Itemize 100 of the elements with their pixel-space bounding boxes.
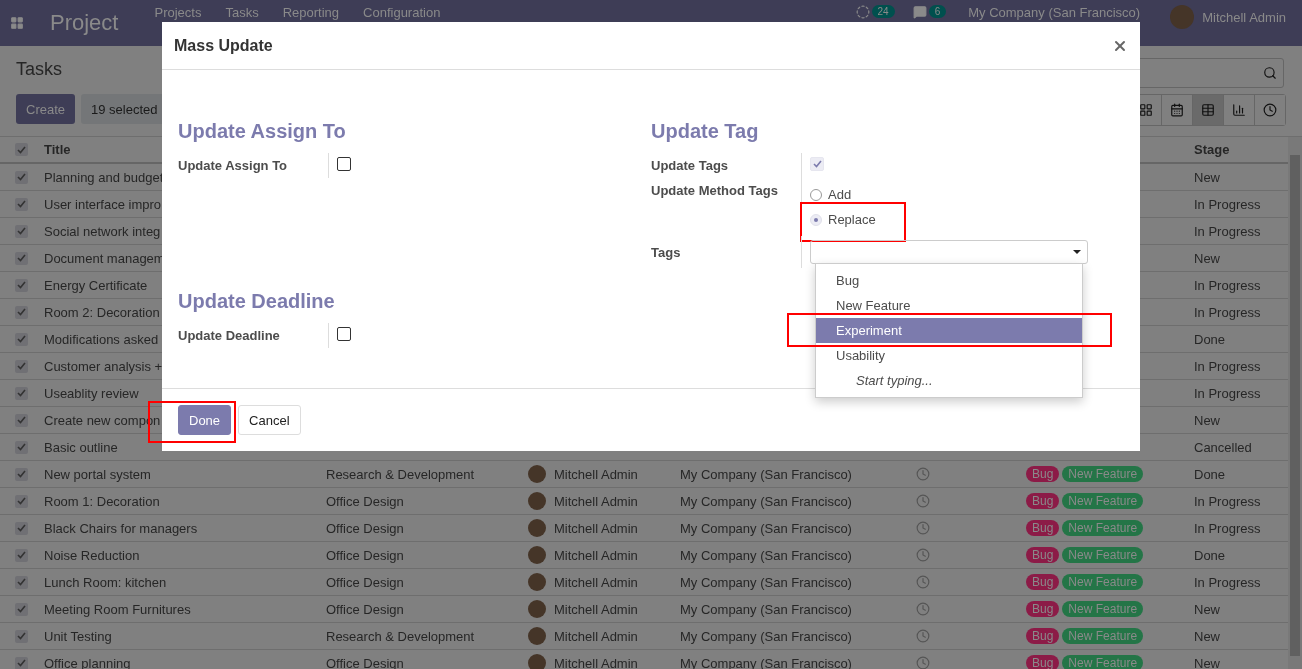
tag: Bug <box>1026 547 1060 563</box>
row-checkbox[interactable] <box>15 629 28 643</box>
tag: New Feature <box>1062 628 1144 644</box>
dropdown-option[interactable]: New Feature <box>816 293 1082 318</box>
checkbox[interactable] <box>337 157 351 171</box>
radio-label: Replace <box>828 212 876 227</box>
tag: Bug <box>1026 601 1060 617</box>
section-title: Update Tag <box>651 120 760 143</box>
row-checkbox[interactable] <box>15 386 28 400</box>
calendar-icon <box>1170 103 1184 117</box>
assignee-name: Mitchell Admin <box>554 601 638 617</box>
table-cell: Black Chairs for managers <box>44 520 198 536</box>
row-checkbox[interactable] <box>15 278 28 292</box>
menu-item[interactable]: Configuration <box>363 5 441 20</box>
table-cell: My Company (San Francisco) <box>680 574 852 590</box>
row-checkbox[interactable] <box>15 521 28 535</box>
row-checkbox[interactable] <box>15 575 28 589</box>
row-checkbox[interactable] <box>15 656 28 669</box>
clock-icon[interactable] <box>916 602 930 616</box>
menu-item[interactable]: Tasks <box>225 5 259 20</box>
table-cell: Energy Certificate <box>44 277 148 293</box>
menu-item[interactable]: Projects <box>154 5 202 20</box>
tag: New Feature <box>1062 520 1144 536</box>
row-checkbox[interactable] <box>15 494 28 508</box>
table-cell: New <box>1194 628 1220 644</box>
row-checkbox[interactable] <box>15 305 28 319</box>
tag: New Feature <box>1062 493 1144 509</box>
assignee-name: Mitchell Admin <box>554 547 638 563</box>
column-header[interactable]: Title <box>44 142 71 157</box>
clock-icon[interactable] <box>916 548 930 562</box>
table-cell: My Company (San Francisco) <box>680 547 852 563</box>
table-cell: User interface impro <box>44 196 162 212</box>
activity-icon[interactable] <box>855 5 870 19</box>
row-checkbox[interactable] <box>15 602 28 616</box>
table-cell: New <box>1194 250 1220 266</box>
table-cell: Modifications asked <box>44 331 159 347</box>
cancel-button[interactable]: Cancel <box>238 405 301 435</box>
assignee-name: Mitchell Admin <box>554 574 638 590</box>
row-checkbox[interactable] <box>15 197 28 211</box>
create-button[interactable]: Create <box>16 94 76 124</box>
clock-icon[interactable] <box>916 494 930 508</box>
scrollbar[interactable] <box>1288 137 1302 669</box>
clock-icon[interactable] <box>916 656 930 669</box>
user-name[interactable]: Mitchell Admin <box>1202 10 1286 25</box>
tag: New Feature <box>1062 466 1144 482</box>
view-switch-button[interactable] <box>1254 95 1285 125</box>
table-cell: My Company (San Francisco) <box>680 520 852 536</box>
row-checkbox[interactable] <box>15 467 28 481</box>
tag: Bug <box>1026 574 1060 590</box>
dropdown-option[interactable]: Bug <box>816 268 1082 293</box>
table-cell: In Progress <box>1194 520 1261 536</box>
table-cell: In Progress <box>1194 493 1261 509</box>
clock-icon[interactable] <box>916 467 930 481</box>
row-checkbox[interactable] <box>15 251 28 265</box>
row-checkbox[interactable] <box>15 332 28 346</box>
clock-icon[interactable] <box>916 575 930 589</box>
company-switcher[interactable]: My Company (San Francisco) <box>968 5 1141 20</box>
table-cell: Planning and budget <box>44 169 164 185</box>
table-cell: Meeting Room Furnitures <box>44 601 191 617</box>
row-checkbox[interactable] <box>15 413 28 427</box>
table-cell: New <box>1194 655 1220 669</box>
table-cell: Noise Reduction <box>44 547 140 563</box>
checkbox[interactable] <box>337 327 351 341</box>
column-header[interactable]: Stage <box>1194 142 1230 157</box>
search-icon[interactable] <box>1263 66 1277 80</box>
clock-icon[interactable] <box>916 629 930 643</box>
user-avatar <box>528 573 546 591</box>
row-checkbox[interactable] <box>15 170 28 184</box>
table-cell: Research & Development <box>326 466 475 482</box>
row-checkbox[interactable] <box>15 224 28 238</box>
table-cell: Office Design <box>326 493 404 509</box>
view-switch-button[interactable] <box>1192 95 1223 125</box>
table-cell: Useablity review <box>44 385 139 401</box>
row-checkbox[interactable] <box>15 440 28 454</box>
search-hint[interactable]: Start typing... <box>816 368 1082 393</box>
table-cell: My Company (San Francisco) <box>680 628 852 644</box>
menu-item[interactable]: Reporting <box>282 5 340 20</box>
radio-label: Add <box>828 187 852 202</box>
table-cell: Office Design <box>326 574 404 590</box>
table-cell: New <box>1194 601 1220 617</box>
table-cell: In Progress <box>1194 277 1261 293</box>
table-cell: Room 1: Decoration <box>44 493 160 509</box>
breadcrumb: Tasks <box>16 58 63 81</box>
tag: Bug <box>1026 520 1060 536</box>
row-checkbox[interactable] <box>15 359 28 373</box>
done-button[interactable]: Done <box>178 405 232 435</box>
table-cell: Basic outline <box>44 439 118 455</box>
row-checkbox[interactable] <box>15 548 28 562</box>
caret-icon <box>1073 250 1081 254</box>
apps-menu-icon[interactable] <box>10 16 24 30</box>
clock-icon[interactable] <box>916 521 930 535</box>
dropdown-option[interactable]: Usability <box>816 343 1082 368</box>
dropdown-option[interactable]: Experiment <box>816 318 1082 343</box>
assignee-name: Mitchell Admin <box>554 655 638 669</box>
radio-button[interactable] <box>810 188 822 201</box>
select-all-checkbox[interactable] <box>15 143 28 156</box>
table-cell: In Progress <box>1194 304 1261 320</box>
field-label: Update Tags <box>651 157 729 175</box>
chat-icon[interactable] <box>912 5 927 19</box>
table-cell: Lunch Room: kitchen <box>44 574 167 590</box>
